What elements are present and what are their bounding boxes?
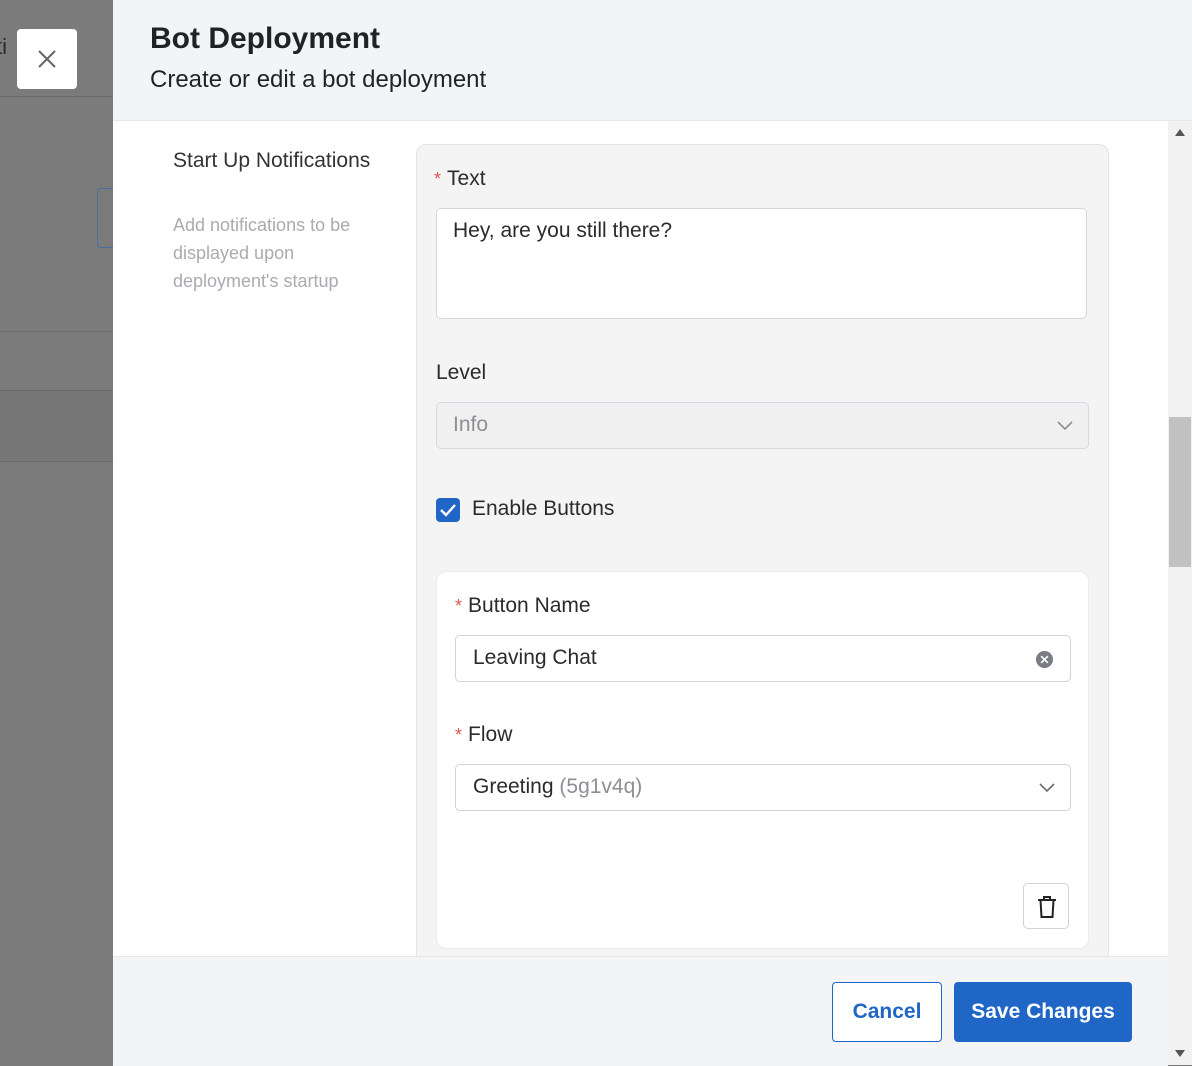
scroll-down-arrow[interactable] [1175,1050,1185,1057]
button-name-value: Leaving Chat [473,646,597,669]
scroll-thumb[interactable] [1169,417,1191,567]
button-name-label: * Button Name [455,594,591,617]
level-select: Info [436,402,1089,449]
drawer-title: Bot Deployment [150,22,381,55]
check-icon [440,504,456,517]
backdrop-input-edge [97,188,113,248]
drawer-scrollbar[interactable] [1168,121,1192,1065]
trash-icon [1038,896,1056,918]
chevron-down-icon [1057,421,1073,431]
button-name-input[interactable]: Leaving Chat [455,635,1071,682]
flow-label: * Flow [455,723,513,746]
backdrop-divider-2 [0,331,113,332]
drawer-subtitle: Create or edit a bot deployment [150,66,487,93]
flow-id: (5g1v4q) [559,775,643,798]
clear-circle-icon[interactable] [1035,650,1054,669]
drawer-header: Bot Deployment Create or edit a bot depl… [113,0,1192,121]
flow-select[interactable]: Greeting (5g1v4q) [455,764,1071,811]
section-description: Add notifications to be displayed upon d… [173,215,351,291]
cancel-button[interactable]: Cancel [832,982,942,1042]
text-label: * Text [434,167,486,190]
level-value: Info [453,413,489,436]
enable-buttons-label[interactable]: Enable Buttons [472,497,614,521]
backdrop-divider [0,96,113,97]
bot-deployment-drawer: Bot Deployment Create or edit a bot depl… [113,0,1192,1066]
backdrop-row [0,390,113,462]
close-icon [38,50,56,68]
page-backdrop: ti [0,0,113,1065]
delete-button[interactable] [1023,883,1069,929]
level-label: Level [436,361,487,384]
button-item-card: * Button Name Leaving Chat * Flow Greeting… [436,571,1089,949]
notification-text-area[interactable]: Hey, are you still there? [436,208,1087,319]
save-changes-button[interactable]: Save Changes [954,982,1132,1042]
required-asterisk: * [455,725,463,745]
drawer-footer: Cancel Save Changes [113,956,1168,1066]
required-asterisk: * [434,169,442,189]
backdrop-partial-text: ti [0,34,7,59]
section-title: Start Up Notifications [173,149,371,172]
chevron-down-icon [1039,783,1055,793]
enable-buttons-checkbox[interactable] [436,498,460,522]
required-asterisk: * [455,596,463,616]
flow-value: Greeting (5g1v4q) [473,775,643,798]
close-drawer-button[interactable] [17,29,77,89]
scroll-up-arrow[interactable] [1175,129,1185,136]
notification-card: * Text Hey, are you still there? Level In… [416,144,1109,976]
